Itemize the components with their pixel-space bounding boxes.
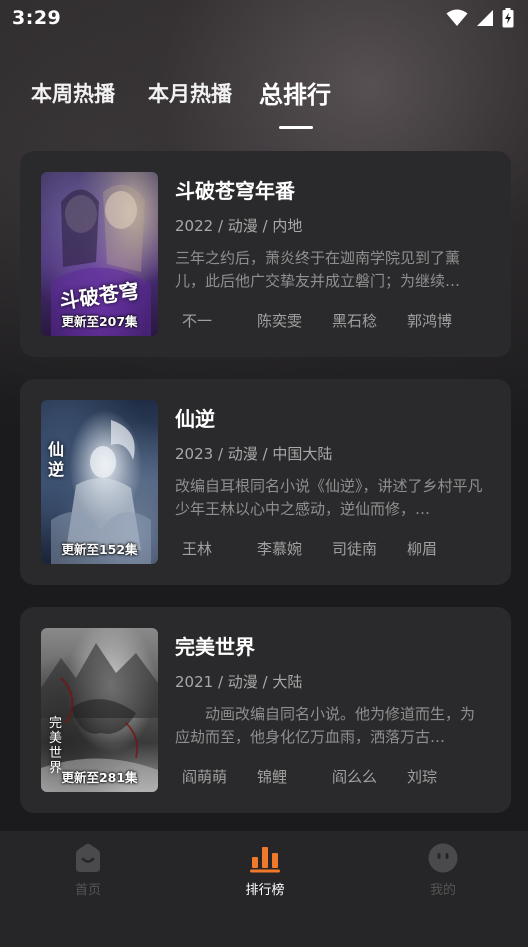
- item-meta: 2023 / 动漫 / 中国大陆: [175, 445, 333, 463]
- item-meta: 2021 / 动漫 / 大陆: [175, 673, 303, 691]
- status-icons: [446, 8, 514, 28]
- tab-overall[interactable]: 总排行: [259, 75, 331, 110]
- list-item[interactable]: 斗破苍穹 更新至207集 斗破苍穹年番 2022 / 动漫 / 内地 三年之约后…: [20, 151, 511, 357]
- episode-badge: 更新至281集: [61, 770, 138, 785]
- cast-name: 王林: [182, 540, 213, 558]
- cast-name: 李慕婉: [257, 540, 303, 558]
- cast-name: 不一: [182, 312, 213, 330]
- episode-badge: 更新至152集: [61, 542, 138, 557]
- poster-title-art: 仙逆: [48, 440, 65, 479]
- profile-icon: [428, 843, 458, 873]
- nav-profile-label: 我的: [429, 883, 456, 898]
- cast-name: 柳眉: [407, 540, 438, 558]
- item-title: 完美世界: [175, 635, 255, 659]
- cast-name: 锦鲤: [257, 768, 288, 786]
- battery-charging-icon: [502, 8, 514, 28]
- poster-image: 完美世界 更新至281集: [41, 628, 158, 792]
- list-item[interactable]: 完美世界 更新至281集 完美世界 2021 / 动漫 / 大陆 动画改编自同名…: [20, 607, 511, 813]
- item-title: 斗破苍穹年番: [175, 179, 295, 203]
- tab-weekly[interactable]: 本周热播: [31, 78, 115, 108]
- cast-name: 陈奕雯: [257, 312, 303, 330]
- cast-name: 司徒南: [332, 540, 378, 558]
- nav-home-label: 首页: [74, 883, 101, 898]
- wifi-icon: [446, 9, 468, 26]
- item-title: 仙逆: [175, 407, 215, 431]
- nav-home[interactable]: 首页: [28, 843, 148, 898]
- cast-name: 阎么么: [332, 768, 378, 786]
- status-bar: 3:29: [0, 0, 528, 36]
- nav-ranking[interactable]: 排行榜: [205, 843, 325, 898]
- ranking-tabs: 本周热播 本月热播 总排行: [0, 75, 528, 129]
- status-time: 3:29: [12, 7, 62, 29]
- home-icon: [76, 843, 100, 872]
- item-description: 动画改编自同名小说。他为修道而生，为应劫而至，他身化亿万血雨，洒落万古…: [175, 705, 476, 746]
- cast-name: 黑石稔: [332, 312, 378, 330]
- nav-ranking-label: 排行榜: [245, 883, 285, 898]
- poster-image: 斗破苍穹 更新至207集: [41, 172, 158, 336]
- item-meta: 2022 / 动漫 / 内地: [175, 217, 303, 235]
- active-tab-indicator: [279, 126, 313, 129]
- cellular-signal-icon: [477, 10, 493, 26]
- item-description: 三年之约后，萧炎终于在迦南学院见到了薰儿，此后他广交挚友并成立磐门；为继续…: [175, 249, 461, 290]
- item-cast: 王林 李慕婉 司徒南 柳眉: [182, 538, 482, 559]
- poster-image: 仙逆 更新至152集: [41, 400, 158, 564]
- tab-monthly[interactable]: 本月热播: [148, 78, 232, 108]
- nav-profile[interactable]: 我的: [383, 843, 503, 898]
- cast-name: 阎萌萌: [182, 768, 228, 786]
- episode-badge: 更新至207集: [61, 314, 138, 329]
- item-description: 改编自耳根同名小说《仙逆》，讲述了乡村平凡少年王林以心中之感动，逆仙而修，…: [175, 477, 483, 518]
- cast-name: 郭鸿博: [407, 312, 453, 330]
- ranking-icon: [250, 847, 280, 873]
- cast-name: 刘琮: [407, 768, 438, 786]
- item-cast: 阎萌萌 锦鲤 阎么么 刘琮: [182, 766, 482, 787]
- bottom-navigation: 首页 排行榜 我的: [0, 831, 528, 947]
- list-item[interactable]: 仙逆 更新至152集 仙逆 2023 / 动漫 / 中国大陆 改编自耳根同名小说…: [20, 379, 511, 585]
- item-cast: 不一 陈奕雯 黑石稔 郭鸿博: [182, 310, 482, 331]
